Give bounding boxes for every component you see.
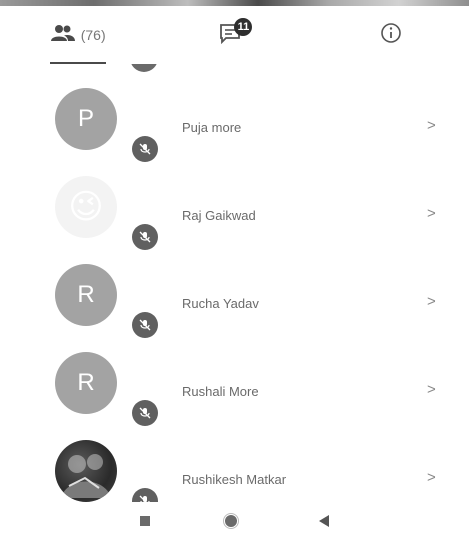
tab-bar: (76) 11 bbox=[0, 6, 469, 64]
mic-off-icon bbox=[132, 488, 158, 502]
back-triangle-icon[interactable] bbox=[316, 513, 332, 534]
wink-emoji-icon: 😉 bbox=[68, 188, 104, 226]
tab-participants[interactable]: (76) bbox=[0, 6, 156, 64]
tab-info[interactable] bbox=[313, 6, 469, 64]
avatar: R bbox=[55, 352, 117, 414]
participant-row[interactable]: P Puja more > bbox=[0, 64, 469, 162]
tab-chat[interactable]: 11 bbox=[156, 6, 312, 64]
group-icon bbox=[50, 24, 75, 47]
participant-list[interactable]: P Puja more > 😉 Raj Gaikwad > R Rucha Ya… bbox=[0, 64, 469, 502]
participant-name: Rushikesh Matkar bbox=[182, 472, 287, 487]
chevron-right-icon[interactable]: > bbox=[427, 469, 436, 486]
participant-row[interactable]: Rushikesh Matkar > bbox=[0, 416, 469, 502]
participant-name: Raj Gaikwad bbox=[182, 208, 256, 223]
avatar: R bbox=[55, 264, 117, 326]
avatar: P bbox=[55, 88, 117, 150]
participant-row[interactable]: R Rushali More > bbox=[0, 328, 469, 426]
chevron-right-icon[interactable]: > bbox=[427, 381, 436, 398]
avatar-letter: P bbox=[77, 105, 94, 132]
unread-badge: 11 bbox=[234, 18, 253, 36]
chevron-right-icon[interactable]: > bbox=[427, 205, 436, 222]
avatar: 😉 bbox=[55, 176, 117, 238]
system-nav-bar bbox=[0, 502, 469, 542]
chevron-right-icon[interactable]: > bbox=[427, 117, 436, 134]
participant-row[interactable]: 😉 Raj Gaikwad > bbox=[0, 152, 469, 250]
chevron-right-icon[interactable]: > bbox=[427, 293, 436, 310]
avatar-letter: R bbox=[77, 369, 95, 396]
home-circle-icon[interactable] bbox=[222, 512, 240, 535]
avatar-photo bbox=[55, 440, 117, 502]
participant-name: Puja more bbox=[182, 120, 242, 135]
participant-name: Rucha Yadav bbox=[182, 296, 259, 311]
avatar-letter: R bbox=[77, 281, 95, 308]
participant-row[interactable]: R Rucha Yadav > bbox=[0, 240, 469, 338]
participant-name: Rushali More bbox=[182, 384, 259, 399]
info-icon bbox=[380, 22, 402, 49]
recents-square-icon[interactable] bbox=[138, 514, 152, 533]
participant-count: (76) bbox=[80, 27, 106, 43]
